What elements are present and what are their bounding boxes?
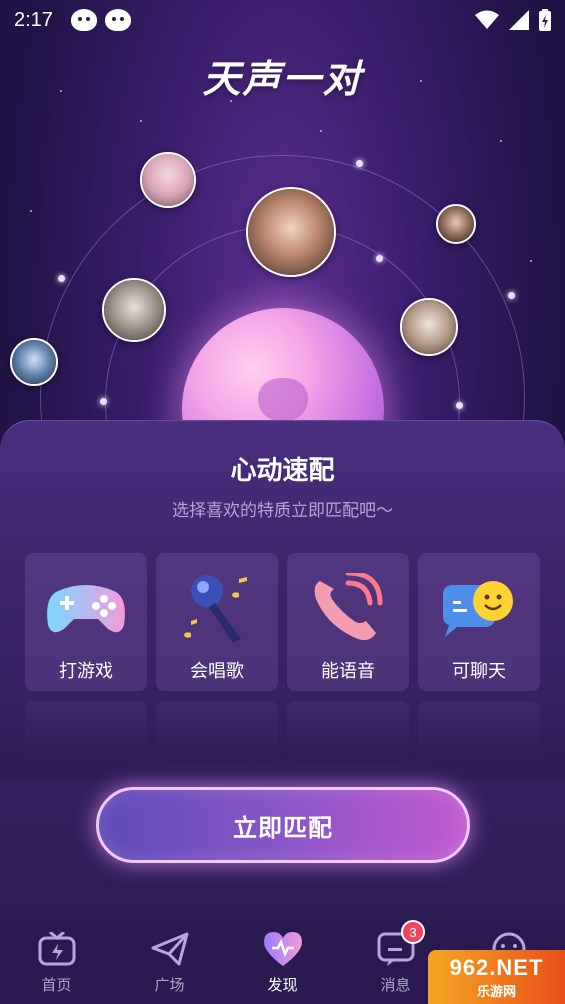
trait-tile-voice[interactable]: 能语音: [287, 553, 409, 691]
trait-label: 能语音: [321, 661, 375, 682]
trait-tile-chat[interactable]: 可聊天: [418, 553, 540, 691]
unread-badge: 3: [401, 920, 425, 944]
user-avatar[interactable]: [246, 187, 336, 277]
notification-app-icon: [70, 9, 97, 31]
watermark-text: 962.NET: [449, 954, 544, 980]
trait-tile-sing[interactable]: 会唱歌: [156, 553, 278, 691]
panel-title: 心动速配: [230, 456, 335, 486]
app-logo: 天声一对: [202, 57, 363, 101]
orbit-dot: [100, 398, 107, 405]
notification-app-icon: [104, 9, 131, 31]
trait-tile-game[interactable]: 打游戏: [25, 553, 147, 691]
user-avatar[interactable]: [400, 298, 458, 356]
orbit-dot: [356, 160, 363, 167]
nav-label: 发现: [267, 976, 298, 994]
watermark-subtext: 乐游网: [476, 983, 516, 999]
user-avatar[interactable]: [102, 278, 166, 342]
orbit-dot: [456, 402, 463, 409]
nav-label: 消息: [380, 976, 411, 994]
gamepad-icon: [44, 573, 128, 645]
trait-label: 打游戏: [59, 661, 113, 682]
user-avatar[interactable]: [436, 204, 476, 244]
status-bar: 2:17: [0, 0, 565, 40]
trait-label: 会唱歌: [190, 661, 244, 682]
nav-label: 首页: [41, 976, 72, 994]
panel-subtitle: 选择喜欢的特质立即匹配吧～: [172, 501, 393, 521]
battery-icon: [539, 9, 551, 31]
paper-plane-icon: [149, 928, 191, 970]
nav-label: 广场: [154, 976, 185, 994]
status-time: 2:17: [14, 8, 53, 31]
orbit-dot: [376, 255, 383, 262]
orbit-dot: [58, 275, 65, 282]
wifi-icon: [475, 10, 499, 29]
chat-bubble-icon: [437, 573, 521, 645]
watermark-logo: 962.NET 乐游网: [428, 950, 565, 1004]
user-avatar[interactable]: [140, 152, 196, 208]
grid-fade-overlay: [0, 700, 565, 780]
signal-icon: [509, 10, 529, 30]
home-tv-icon: [36, 928, 78, 970]
nav-item-home[interactable]: 首页: [0, 920, 113, 1004]
match-now-button[interactable]: 立即匹配: [96, 787, 470, 863]
user-avatar[interactable]: [10, 338, 58, 386]
phone-icon: [306, 573, 390, 645]
nav-item-plaza[interactable]: 广场: [113, 920, 226, 1004]
mascot-face-icon: [258, 378, 308, 422]
heart-icon: [262, 928, 304, 970]
microphone-icon: [175, 573, 259, 645]
orbit-dot: [508, 292, 515, 299]
nav-item-discover[interactable]: 发现: [226, 920, 339, 1004]
trait-label: 可聊天: [452, 661, 506, 682]
